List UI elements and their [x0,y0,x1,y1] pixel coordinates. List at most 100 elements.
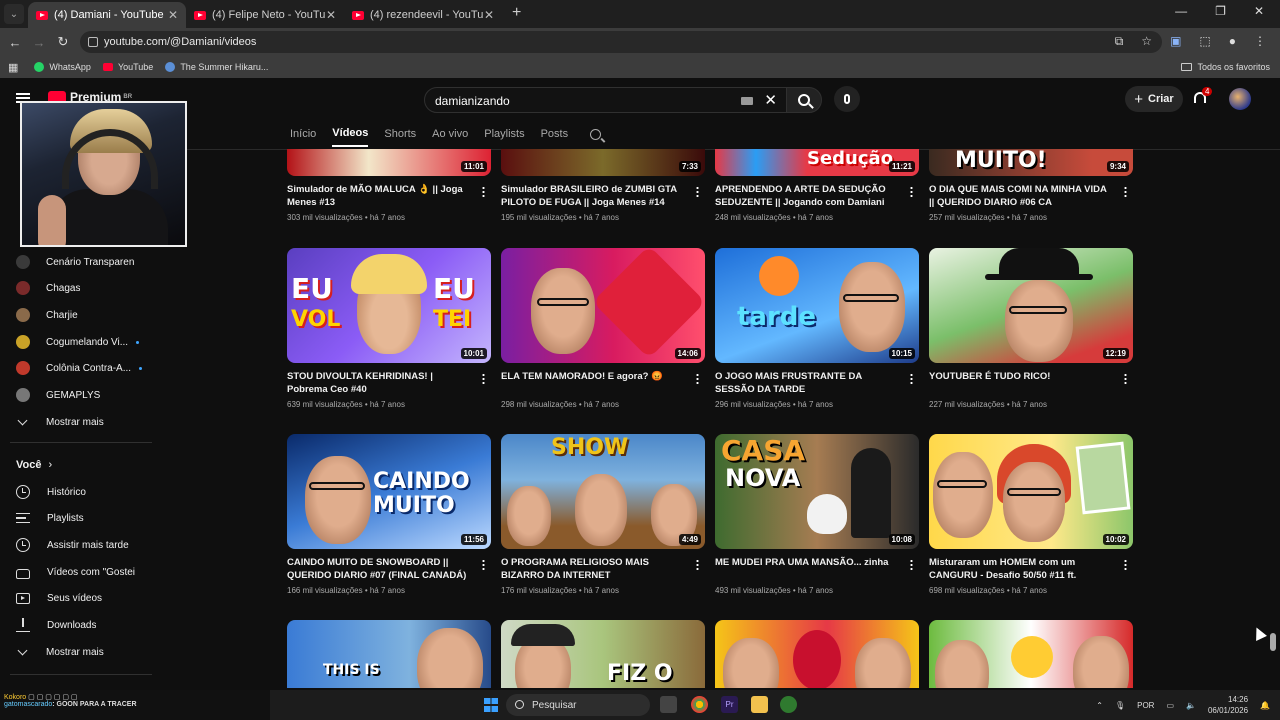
notifications-icon[interactable]: 🔔 [1260,701,1270,710]
sidebar-subscription[interactable]: Colônia Contra-A... [16,358,152,378]
video-card[interactable]: MUITO! 9:34 O DIA QUE MAIS COMI NA MINHA… [929,149,1133,222]
video-thumbnail[interactable]: EU VOL EU TEI 10:01 [287,248,491,363]
more-options-icon[interactable] [696,373,699,384]
taskbar-search[interactable]: Pesquisar [506,694,650,716]
video-title[interactable]: CAINDO MUITO DE SNOWBOARD || QUERIDO DIA… [287,556,467,582]
video-title[interactable]: Simulador BRASILEIRO de ZUMBI GTA PILOTO… [501,183,681,209]
minimize-icon[interactable]: — [1175,4,1187,18]
site-info-icon[interactable] [88,37,98,47]
chevron-up-icon[interactable]: ⌃ [1096,701,1103,710]
more-options-icon[interactable] [910,186,913,197]
you-section-title[interactable]: Você › [16,459,52,471]
language-indicator[interactable]: POR [1137,701,1154,710]
voice-search-button[interactable] [834,86,860,112]
show-more-you[interactable]: Mostrar mais [16,642,152,662]
url-field[interactable]: youtube.com/@Damiani/videos [80,31,1162,53]
video-thumbnail[interactable]: THIS IS [287,620,491,688]
video-card[interactable]: 7:33 Simulador BRASILEIRO de ZUMBI GTA P… [501,149,705,222]
more-options-icon[interactable] [482,373,485,384]
task-view-icon[interactable] [660,696,677,713]
all-bookmarks[interactable]: Todos os favoritos [1181,62,1270,72]
back-icon[interactable]: ← [3,35,27,50]
sidebar-subscription[interactable]: Chagas [16,278,152,298]
video-thumbnail[interactable] [929,620,1133,688]
forward-icon[interactable]: → [27,35,51,50]
tab-felipe-neto[interactable]: (4) Felipe Neto - YouTube ✕ [186,2,344,28]
windows-start-icon[interactable] [484,698,498,712]
more-options-icon[interactable] [1124,559,1127,570]
tab-videos[interactable]: Vídeos [332,121,369,147]
notifications-button[interactable]: 4 [1192,87,1213,107]
new-tab-icon[interactable]: + [512,4,521,22]
reload-icon[interactable]: ↻ [51,34,75,50]
bookmark-star-icon[interactable]: ☆ [1141,34,1152,49]
more-options-icon[interactable] [696,186,699,197]
clear-search-icon[interactable]: ✕ [764,91,777,109]
video-card[interactable]: tarde 10:15 O JOGO MAIS FRUSTRANTE DA SE… [715,248,919,409]
sidebar-item-playlists[interactable]: Playlists [16,508,152,528]
video-thumbnail[interactable]: CAINDO MUITO 11:56 [287,434,491,549]
scrollbar-thumb[interactable] [1270,633,1276,651]
video-title[interactable]: O PROGRAMA RELIGIOSO MAIS BIZARRO DA INT… [501,556,681,582]
restore-icon[interactable]: ❐ [1215,4,1226,18]
close-tab-icon[interactable]: ✕ [168,8,178,22]
video-thumbnail[interactable]: MUITO! 9:34 [929,149,1133,176]
sidebar-subscription[interactable]: Cenário Transparen... [16,252,152,272]
video-title[interactable]: YOUTUBER É TUDO RICO! [929,370,1109,396]
video-title[interactable]: STOU DIVOULTA KEHRIDINAS! | Pobrema Ceo … [287,370,467,396]
account-avatar[interactable] [1229,88,1251,110]
video-title[interactable]: O JOGO MAIS FRUSTRANTE DA SESSÃO DA TARD… [715,370,895,396]
video-title[interactable]: O DIA QUE MAIS COMI NA MINHA VIDA || QUE… [929,183,1109,209]
more-options-icon[interactable] [910,373,913,384]
sidebar-item-watch-later[interactable]: Assistir mais tarde [16,535,152,555]
profile-icon[interactable]: ● [1229,34,1236,49]
tab-damiani[interactable]: (4) Damiani - YouTube ✕ [28,2,186,28]
video-card[interactable]: CASA NOVA 10:08 ME MUDEI PRA UMA MANSÃO.… [715,434,919,595]
more-options-icon[interactable] [910,559,913,570]
close-tab-icon[interactable]: ✕ [326,8,336,22]
video-card[interactable]: Sedução 11:21 APRENDENDO A ARTE DA SEDUÇ… [715,149,919,222]
extensions-icon[interactable]: ⬚ [1199,34,1210,49]
apps-grid-icon[interactable]: ▦ [8,61,18,74]
volume-icon[interactable]: 🔈 [1186,701,1196,710]
browser-menu-icon[interactable]: ⋮ [1254,34,1266,49]
video-thumbnail[interactable]: 12:19 [929,248,1133,363]
video-thumbnail[interactable]: FIZ O [501,620,705,688]
close-tab-icon[interactable]: ✕ [484,8,494,22]
chrome-icon[interactable] [691,696,708,713]
premiere-icon[interactable]: Pr [721,696,738,713]
create-button[interactable]: + Criar [1125,86,1183,112]
video-card[interactable]: EU VOL EU TEI 10:01 STOU DIVOULTA KEHRID… [287,248,491,409]
video-thumbnail[interactable]: 7:33 [501,149,705,176]
video-card[interactable]: 11:01 Simulador de MÃO MALUCA 👌 || Joga … [287,149,491,222]
search-button[interactable] [786,87,822,113]
video-thumbnail[interactable]: tarde 10:15 [715,248,919,363]
sidebar-item-your-videos[interactable]: Seus vídeos [16,588,152,608]
video-card[interactable]: 10:02 Misturaram um HOMEM com um CANGURU… [929,434,1133,595]
more-options-icon[interactable] [696,559,699,570]
more-options-icon[interactable] [1124,373,1127,384]
video-thumbnail[interactable] [715,620,919,688]
video-title[interactable]: ELA TEM NAMORADO! E agora? 😡 [501,370,681,396]
video-card[interactable]: 14:06 ELA TEM NAMORADO! E agora? 😡 298 m… [501,248,705,409]
tab-playlists[interactable]: Playlists [484,122,524,146]
sidebar-subscription[interactable]: Cogumelando Vi... [16,332,152,352]
tab-search-icon[interactable]: ⌄ [4,4,24,24]
more-options-icon[interactable] [482,559,485,570]
more-options-icon[interactable] [1124,186,1127,197]
video-card[interactable]: CAINDO MUITO 11:56 CAINDO MUITO DE SNOWB… [287,434,491,595]
app-icon[interactable] [780,696,797,713]
keyboard-icon[interactable] [741,97,753,105]
sidebar-item-liked[interactable]: Vídeos com "Gostei" [16,562,152,582]
search-input[interactable]: damianizando ✕ [424,87,788,113]
bookmark-youtube[interactable]: YouTube [102,62,153,72]
video-card[interactable]: SHOW 4:49 O PROGRAMA RELIGIOSO MAIS BIZA… [501,434,705,595]
video-thumbnail[interactable]: SHOW 4:49 [501,434,705,549]
tab-posts[interactable]: Posts [541,122,569,146]
video-title[interactable]: Simulador de MÃO MALUCA 👌 || Joga Menes … [287,183,467,209]
video-card[interactable]: 12:19 YOUTUBER É TUDO RICO! 227 mil visu… [929,248,1133,409]
microphone-icon[interactable]: 🎙 [1115,701,1125,710]
more-options-icon[interactable] [482,186,485,197]
clock[interactable]: 14:26 06/01/2026 [1208,694,1248,716]
sidebar-subscription[interactable]: Charjie [16,305,152,325]
